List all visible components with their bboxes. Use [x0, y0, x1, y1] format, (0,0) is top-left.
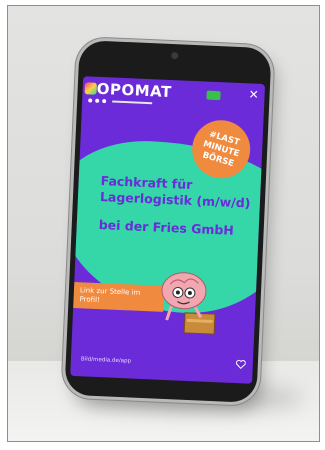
scene-frame: OPOMAT ✕ #LAST MINUTE BÖRSE Fachkraft fü… — [7, 5, 320, 442]
logo-mark-icon — [84, 82, 97, 95]
app-screen: OPOMAT ✕ #LAST MINUTE BÖRSE Fachkraft fü… — [70, 76, 266, 384]
camera-icon — [171, 51, 179, 60]
profile-link-button[interactable]: Link zur Stelle im Profil! — [73, 281, 165, 312]
progress-line — [112, 100, 153, 105]
dot-icon — [102, 99, 107, 104]
footer-bar: Bild/media.de/app — [70, 342, 253, 384]
dot-icon — [88, 98, 93, 103]
job-headline: Fachkraft für Lagerlogistik (m/w/d) bei … — [98, 173, 260, 240]
heart-icon[interactable] — [235, 359, 246, 370]
app-logo: OPOMAT — [96, 79, 173, 102]
phone-device: OPOMAT ✕ #LAST MINUTE BÖRSE Fachkraft fü… — [64, 39, 272, 404]
flag-icon[interactable] — [206, 90, 221, 101]
dot-icon — [95, 98, 100, 103]
job-title: Fachkraft für Lagerlogistik (m/w/d) — [99, 173, 251, 211]
top-bar: OPOMAT ✕ — [82, 76, 266, 124]
brain-mascot-icon — [161, 272, 216, 335]
close-icon[interactable]: ✕ — [248, 87, 259, 101]
footer-text: Bild/media.de/app — [80, 356, 132, 365]
